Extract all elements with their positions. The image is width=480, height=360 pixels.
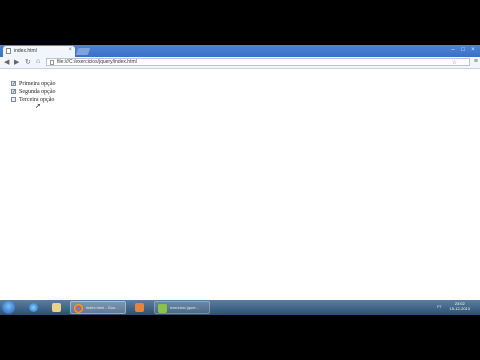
- url-text[interactable]: file:///C:/exercicios/jquery/index.html: [57, 59, 137, 66]
- menu-icon[interactable]: ≡: [474, 58, 478, 65]
- option-row[interactable]: ✓ Primeira opção: [11, 80, 56, 87]
- tab-index[interactable]: index.html ×: [3, 46, 75, 57]
- address-bar[interactable]: file:///C:/exercicios/jquery/index.html …: [46, 58, 470, 66]
- media-player-icon: [135, 303, 144, 312]
- close-tab-icon[interactable]: ×: [68, 47, 72, 53]
- taskbar-explorer[interactable]: [47, 301, 67, 314]
- home-button[interactable]: ⌂: [36, 58, 40, 65]
- page-icon: [6, 48, 11, 54]
- document-icon: [158, 304, 167, 313]
- windows-taskbar: index.html - Goo... exercicio jquer... P…: [0, 300, 480, 315]
- taskbar-label: index.html - Goo...: [86, 305, 119, 310]
- option-row[interactable]: ✓ Segunda opção: [11, 88, 56, 95]
- clock-date: 15-12-2013: [449, 306, 470, 311]
- taskbar-clock[interactable]: 23:02 15-12-2013: [450, 301, 470, 311]
- internet-explorer-icon: [29, 303, 38, 312]
- window-controls: – □ ×: [450, 47, 476, 54]
- screen: index.html × – □ × ◀ ▶ ↻ ⌂ file:///C:/ex…: [0, 45, 480, 315]
- new-tab-button[interactable]: [75, 48, 91, 55]
- taskbar-label: exercicio jquer...: [170, 305, 199, 310]
- folder-icon: [52, 303, 61, 312]
- reload-button[interactable]: ↻: [25, 58, 31, 66]
- taskbar-chrome[interactable]: index.html - Goo...: [70, 301, 126, 314]
- option-row[interactable]: Terceira opção: [11, 96, 54, 103]
- forward-button[interactable]: ▶: [14, 58, 19, 66]
- back-button[interactable]: ◀: [4, 58, 9, 66]
- page-content: ✓ Primeira opção ✓ Segunda opção Terceir…: [0, 69, 480, 299]
- maximize-button[interactable]: □: [460, 47, 466, 53]
- checkbox-segunda[interactable]: ✓: [11, 89, 16, 95]
- taskbar-ie[interactable]: [24, 301, 44, 314]
- browser-titlebar: index.html × – □ ×: [0, 45, 480, 57]
- minimize-button[interactable]: –: [450, 47, 456, 53]
- bookmark-star-icon[interactable]: ☆: [452, 59, 457, 66]
- start-button[interactable]: [2, 301, 15, 314]
- chrome-icon: [74, 304, 83, 313]
- mouse-cursor-icon: ➚: [35, 103, 41, 110]
- tray-language[interactable]: PT: [437, 304, 442, 309]
- checkbox-terceira[interactable]: [11, 97, 16, 102]
- taskbar-media[interactable]: [130, 301, 150, 314]
- page-icon: [50, 60, 54, 65]
- tab-title: index.html: [14, 48, 37, 54]
- close-window-button[interactable]: ×: [470, 47, 476, 53]
- taskbar-document[interactable]: exercicio jquer...: [154, 301, 210, 314]
- option-label: Segunda opção: [19, 88, 56, 95]
- browser-toolbar: ◀ ▶ ↻ ⌂ file:///C:/exercicios/jquery/ind…: [0, 57, 480, 69]
- option-label: Primeira opção: [19, 80, 56, 87]
- checkbox-primeira[interactable]: ✓: [11, 81, 16, 87]
